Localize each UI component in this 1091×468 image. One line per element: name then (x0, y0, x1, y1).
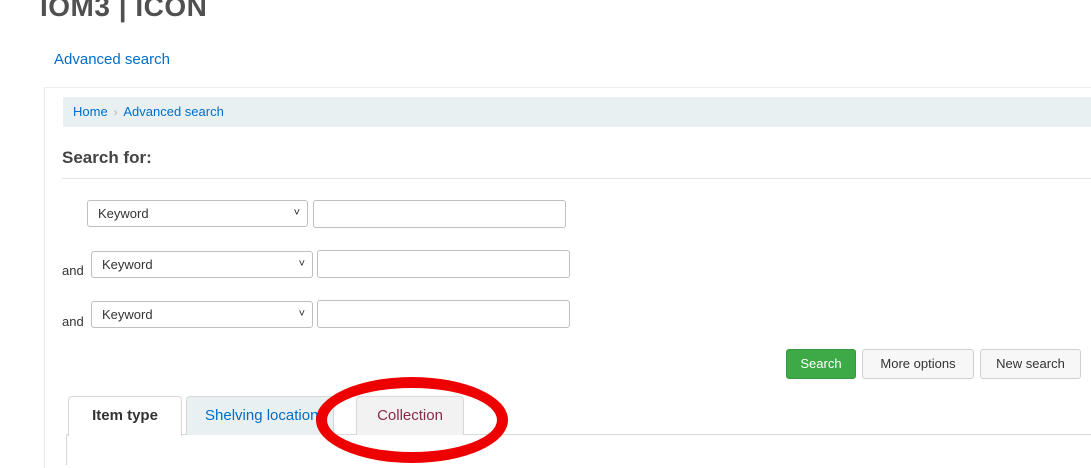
tab-shelving-location[interactable]: Shelving location (186, 396, 334, 435)
breadcrumb-separator: › (113, 107, 118, 119)
search-heading: Search for: (62, 148, 152, 167)
search-field-select-2[interactable]: Keyword ˅ (91, 251, 313, 278)
operator-label-2: and (62, 263, 84, 278)
breadcrumb: Home › Advanced search (63, 97, 1091, 127)
highlight-annotation (316, 377, 508, 463)
search-input-3[interactable] (317, 300, 570, 328)
breadcrumb-current[interactable]: Advanced search (123, 104, 223, 119)
tab-panel-edge (66, 435, 67, 465)
search-field-select-1-value: Keyword (98, 206, 149, 221)
chevron-down-icon: ˅ (298, 308, 305, 320)
search-field-select-3-value: Keyword (102, 307, 153, 322)
new-search-button[interactable]: New search (980, 349, 1081, 379)
search-field-select-1[interactable]: Keyword ˅ (87, 200, 308, 227)
divider (62, 178, 1091, 179)
search-field-select-2-value: Keyword (102, 257, 153, 272)
chevron-down-icon: ˅ (293, 207, 300, 219)
search-field-select-3[interactable]: Keyword ˅ (91, 301, 313, 328)
more-options-button[interactable]: More options (862, 349, 974, 379)
chevron-down-icon: ˅ (298, 258, 305, 270)
site-title: IOM3 | ICON (40, 0, 208, 22)
breadcrumb-home[interactable]: Home (73, 104, 108, 119)
advanced-search-link[interactable]: Advanced search (54, 51, 170, 68)
tab-item-type[interactable]: Item type (68, 396, 182, 436)
operator-label-3: and (62, 314, 84, 329)
search-input-1[interactable] (313, 200, 566, 228)
search-input-2[interactable] (317, 250, 570, 278)
search-button[interactable]: Search (786, 349, 856, 379)
